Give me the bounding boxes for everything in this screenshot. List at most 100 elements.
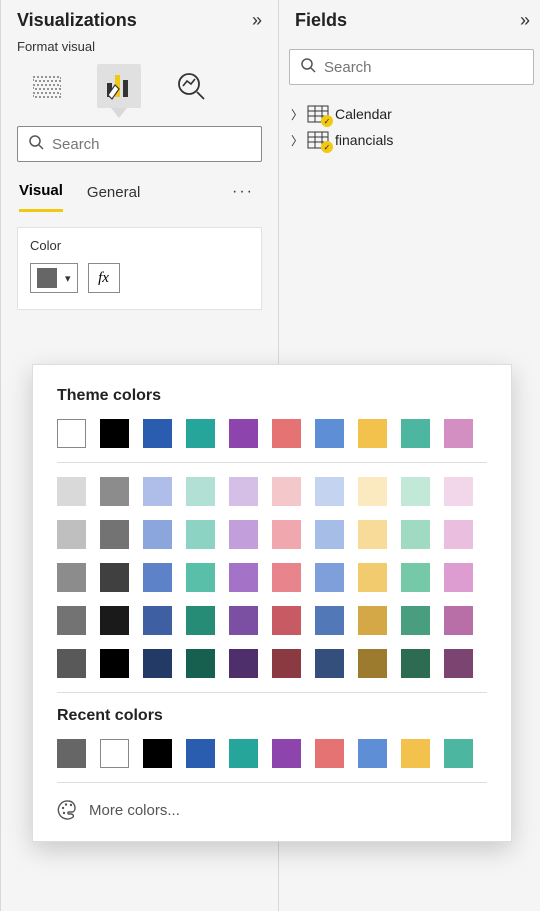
color-swatch[interactable] bbox=[315, 649, 344, 678]
color-swatch[interactable] bbox=[57, 649, 86, 678]
color-swatch[interactable] bbox=[100, 419, 129, 448]
color-swatch[interactable] bbox=[358, 606, 387, 635]
color-swatch[interactable] bbox=[315, 606, 344, 635]
fields-search[interactable] bbox=[289, 49, 534, 85]
collapse-viz-icon[interactable]: » bbox=[248, 8, 266, 33]
color-swatch[interactable] bbox=[229, 606, 258, 635]
color-swatch[interactable] bbox=[143, 649, 172, 678]
color-swatch[interactable] bbox=[272, 649, 301, 678]
color-swatch[interactable] bbox=[100, 520, 129, 549]
analytics-icon[interactable] bbox=[169, 64, 213, 108]
color-swatch[interactable] bbox=[272, 419, 301, 448]
color-swatch[interactable] bbox=[444, 520, 473, 549]
tab-more-icon[interactable]: ··· bbox=[226, 179, 260, 211]
color-dropdown[interactable]: ▾ bbox=[30, 263, 78, 293]
color-swatch[interactable] bbox=[401, 649, 430, 678]
color-swatch[interactable] bbox=[186, 606, 215, 635]
chevron-right-icon: 〉 bbox=[291, 132, 301, 149]
collapse-fields-icon[interactable]: » bbox=[516, 8, 534, 33]
color-swatch[interactable] bbox=[57, 563, 86, 592]
color-swatch[interactable] bbox=[272, 520, 301, 549]
color-swatch[interactable] bbox=[57, 419, 86, 448]
color-swatch[interactable] bbox=[315, 739, 344, 768]
color-swatch[interactable] bbox=[315, 520, 344, 549]
color-swatch[interactable] bbox=[100, 606, 129, 635]
color-swatch[interactable] bbox=[143, 739, 172, 768]
color-swatch[interactable] bbox=[229, 649, 258, 678]
format-visual-icon[interactable] bbox=[97, 64, 141, 108]
color-swatch[interactable] bbox=[272, 739, 301, 768]
color-swatch[interactable] bbox=[444, 739, 473, 768]
theme-colors-heading: Theme colors bbox=[57, 387, 487, 405]
more-colors-button[interactable]: More colors... bbox=[57, 797, 487, 821]
color-swatch[interactable] bbox=[401, 739, 430, 768]
color-swatch[interactable] bbox=[358, 739, 387, 768]
tab-visual[interactable]: Visual bbox=[19, 178, 63, 212]
color-swatch[interactable] bbox=[315, 477, 344, 506]
color-swatch[interactable] bbox=[186, 649, 215, 678]
format-search[interactable] bbox=[17, 126, 262, 162]
viz-pane-header: Visualizations » bbox=[1, 0, 278, 39]
color-swatch[interactable] bbox=[143, 606, 172, 635]
color-swatch[interactable] bbox=[358, 649, 387, 678]
color-swatch[interactable] bbox=[186, 419, 215, 448]
theme-tint-row bbox=[57, 649, 487, 678]
color-swatch[interactable] bbox=[401, 563, 430, 592]
color-swatch[interactable] bbox=[143, 477, 172, 506]
search-icon bbox=[28, 134, 44, 155]
color-swatch[interactable] bbox=[186, 563, 215, 592]
color-swatch[interactable] bbox=[229, 739, 258, 768]
color-picker-popover: Theme colors Recent colors More colors..… bbox=[32, 364, 512, 842]
color-swatch[interactable] bbox=[272, 563, 301, 592]
color-swatch[interactable] bbox=[57, 739, 86, 768]
color-swatch[interactable] bbox=[229, 419, 258, 448]
color-swatch[interactable] bbox=[315, 419, 344, 448]
divider bbox=[57, 692, 487, 693]
check-badge-icon: ✓ bbox=[321, 115, 333, 127]
color-swatch[interactable] bbox=[229, 520, 258, 549]
color-swatch[interactable] bbox=[272, 606, 301, 635]
color-swatch[interactable] bbox=[229, 563, 258, 592]
divider bbox=[57, 782, 487, 783]
fx-button[interactable]: fx bbox=[88, 263, 120, 293]
color-swatch[interactable] bbox=[401, 606, 430, 635]
chevron-down-icon: ▾ bbox=[65, 272, 71, 285]
theme-tint-row bbox=[57, 520, 487, 549]
color-swatch[interactable] bbox=[358, 419, 387, 448]
color-swatch[interactable] bbox=[143, 520, 172, 549]
color-swatch[interactable] bbox=[100, 649, 129, 678]
build-visual-icon[interactable] bbox=[25, 64, 69, 108]
color-swatch[interactable] bbox=[186, 477, 215, 506]
color-swatch[interactable] bbox=[401, 477, 430, 506]
color-swatch[interactable] bbox=[100, 739, 129, 768]
field-item-calendar[interactable]: 〉 ✓ Calendar bbox=[289, 101, 536, 127]
color-swatch[interactable] bbox=[358, 520, 387, 549]
color-swatch[interactable] bbox=[272, 477, 301, 506]
color-swatch[interactable] bbox=[143, 419, 172, 448]
fields-search-input[interactable] bbox=[324, 59, 523, 76]
color-swatch[interactable] bbox=[57, 520, 86, 549]
color-swatch[interactable] bbox=[57, 606, 86, 635]
color-swatch[interactable] bbox=[315, 563, 344, 592]
format-search-input[interactable] bbox=[52, 136, 251, 153]
field-item-financials[interactable]: 〉 ✓ financials bbox=[289, 127, 536, 153]
color-swatch[interactable] bbox=[229, 477, 258, 506]
color-swatch[interactable] bbox=[57, 477, 86, 506]
color-swatch[interactable] bbox=[100, 477, 129, 506]
color-swatch[interactable] bbox=[401, 419, 430, 448]
color-swatch[interactable] bbox=[186, 739, 215, 768]
color-swatch[interactable] bbox=[444, 606, 473, 635]
tab-general[interactable]: General bbox=[87, 180, 140, 211]
color-swatch[interactable] bbox=[444, 563, 473, 592]
color-swatch[interactable] bbox=[143, 563, 172, 592]
color-swatch[interactable] bbox=[444, 649, 473, 678]
color-swatch[interactable] bbox=[401, 520, 430, 549]
color-swatch[interactable] bbox=[358, 477, 387, 506]
color-swatch[interactable] bbox=[444, 419, 473, 448]
color-swatch[interactable] bbox=[358, 563, 387, 592]
color-swatch[interactable] bbox=[444, 477, 473, 506]
color-swatch[interactable] bbox=[186, 520, 215, 549]
fields-title: Fields bbox=[295, 10, 347, 31]
color-swatch[interactable] bbox=[100, 563, 129, 592]
recent-colors-heading: Recent colors bbox=[57, 707, 487, 725]
